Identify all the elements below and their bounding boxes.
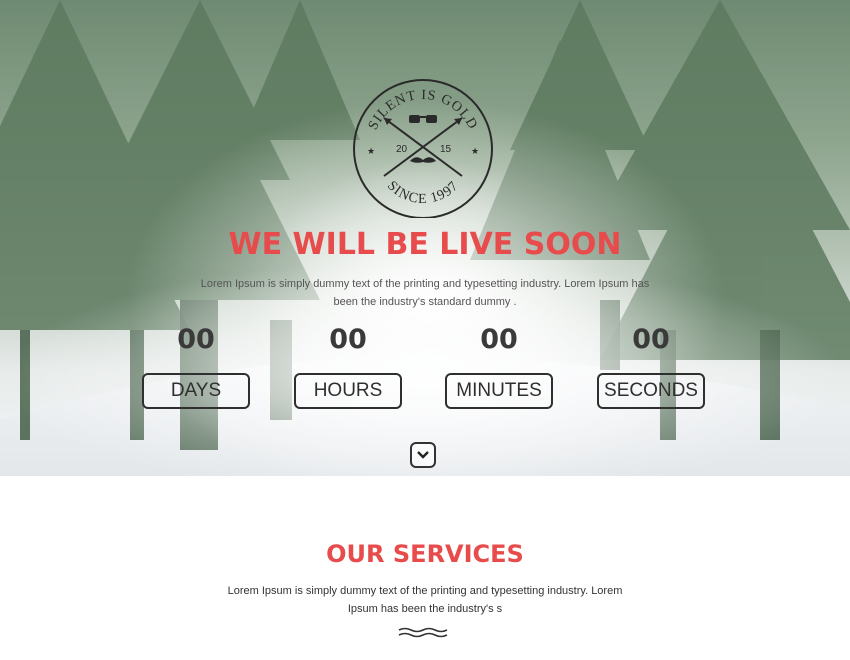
countdown-days: 00 DAYS <box>141 322 251 409</box>
countdown-minutes: 00 MINUTES <box>444 322 554 409</box>
svg-text:SINCE 1997: SINCE 1997 <box>384 178 462 207</box>
svg-text:20: 20 <box>396 144 408 155</box>
countdown-days-label: DAYS <box>142 373 250 409</box>
scroll-down-button[interactable] <box>410 442 436 468</box>
hero-title: WE WILL BE LIVE SOON <box>228 227 622 262</box>
countdown-minutes-value: 00 <box>480 324 518 355</box>
svg-text:★: ★ <box>367 147 375 157</box>
services-description: Lorem Ipsum is simply dummy text of the … <box>227 585 623 615</box>
countdown-hours-label: HOURS <box>294 373 402 409</box>
countdown-minutes-label: MINUTES <box>445 373 553 409</box>
services-title: OUR SERVICES <box>326 540 524 568</box>
countdown-seconds-value: 00 <box>632 324 670 355</box>
countdown-hours-value: 00 <box>329 324 367 355</box>
brand-emblem-logo: SILENT IS GOLD SINCE 1997 ★ ★ 20 15 <box>350 78 496 218</box>
countdown-hours: 00 HOURS <box>293 322 403 409</box>
hero-section: SILENT IS GOLD SINCE 1997 ★ ★ 20 15 WE W… <box>0 0 850 476</box>
svg-text:15: 15 <box>440 144 452 155</box>
svg-text:★: ★ <box>471 147 479 157</box>
svg-text:SILENT IS GOLD: SILENT IS GOLD <box>366 88 480 133</box>
wave-divider-icon <box>398 627 448 638</box>
countdown-seconds-label: SECONDS <box>597 373 705 409</box>
chevron-down-icon <box>417 451 429 459</box>
hero-description: Lorem Ipsum is simply dummy text of the … <box>200 278 650 308</box>
countdown-seconds: 00 SECONDS <box>596 322 706 409</box>
countdown-days-value: 00 <box>177 324 215 355</box>
